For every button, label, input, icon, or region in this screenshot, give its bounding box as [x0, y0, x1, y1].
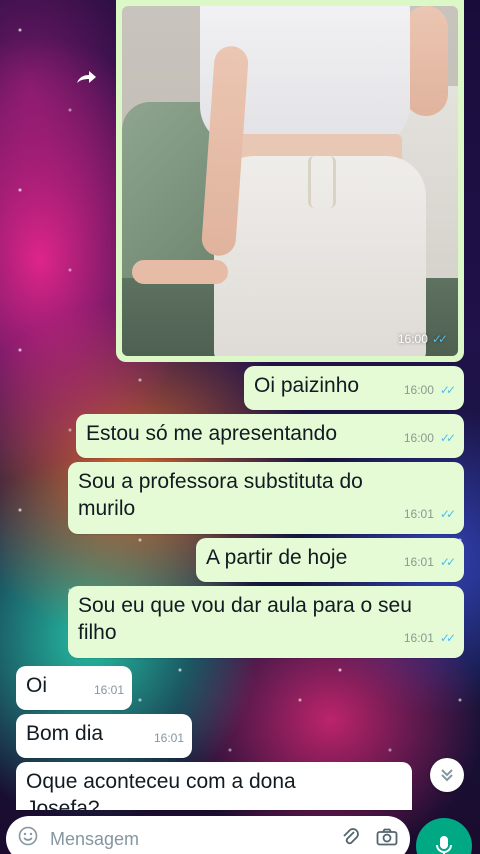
message-meta: 16:00 ✓✓ [404, 425, 456, 452]
message-bubble-incoming[interactable]: Oi 16:01 [16, 666, 132, 710]
message-time: 16:01 [403, 507, 434, 521]
message-time: 16:01 [403, 555, 434, 569]
attach-icon[interactable] [342, 827, 360, 852]
message-time: 16:01 [153, 731, 184, 745]
message-text: Sou eu que vou dar aula para o seu filho [78, 594, 412, 644]
message-text: Sou a professora substituta do murilo [78, 470, 363, 520]
double-check-read-icon: ✓✓ [439, 507, 456, 521]
media-message[interactable]: 16:00 ✓✓ [116, 0, 464, 362]
message-time: 16:00 [403, 383, 434, 397]
message-meta: 16:01 ✓✓ [404, 501, 456, 528]
photo-hand [132, 260, 228, 284]
message-text: Oque aconteceu com a dona Josefa? [26, 770, 296, 810]
photo-thumbnail[interactable]: 16:00 ✓✓ [122, 6, 458, 356]
media-meta: 16:00 ✓✓ [398, 332, 448, 346]
photo-drawstring [308, 156, 336, 208]
message-bubble-outgoing[interactable]: Oi paizinho 16:00 ✓✓ [244, 366, 464, 410]
forward-icon[interactable] [70, 64, 102, 92]
message-meta: 16:01 ✓✓ [404, 549, 456, 576]
message-meta: 16:00 ✓✓ [404, 377, 456, 404]
double-check-read-icon: ✓✓ [439, 555, 456, 569]
mic-button[interactable] [416, 818, 472, 854]
message-meta: 16:01 [94, 677, 124, 704]
camera-icon[interactable] [376, 828, 398, 851]
message-text: Estou só me apresentando [86, 422, 337, 445]
message-time: 16:01 [403, 631, 434, 645]
emoji-icon[interactable] [18, 826, 44, 852]
message-time: 16:00 [403, 431, 434, 445]
chevron-double-down-icon [441, 769, 453, 782]
message-input[interactable] [50, 828, 326, 850]
photo-arm [404, 6, 448, 116]
double-check-read-icon: ✓✓ [439, 431, 456, 445]
double-check-read-icon: ✓✓ [431, 332, 448, 346]
message-bubble-outgoing[interactable]: Sou eu que vou dar aula para o seu filho… [68, 586, 464, 658]
mic-icon [436, 836, 452, 854]
double-check-read-icon: ✓✓ [439, 383, 456, 397]
message-composer [6, 816, 410, 854]
scroll-to-bottom-button[interactable] [430, 758, 464, 792]
double-check-read-icon: ✓✓ [439, 631, 456, 645]
message-bubble-incoming[interactable]: Bom dia 16:01 [16, 714, 192, 758]
message-time: 16:01 [93, 683, 124, 697]
message-bubble-outgoing[interactable]: Sou a professora substituta do murilo 16… [68, 462, 464, 534]
message-time: 16:00 [397, 332, 428, 346]
message-bubble-outgoing[interactable]: Estou só me apresentando 16:00 ✓✓ [76, 414, 464, 458]
message-bubble-outgoing[interactable]: A partir de hoje 16:01 ✓✓ [196, 538, 464, 582]
message-meta: 16:01 ✓✓ [404, 625, 456, 652]
message-bubble-incoming[interactable]: Oque aconteceu com a dona Josefa? [16, 762, 412, 810]
message-meta: 16:01 [154, 725, 184, 752]
